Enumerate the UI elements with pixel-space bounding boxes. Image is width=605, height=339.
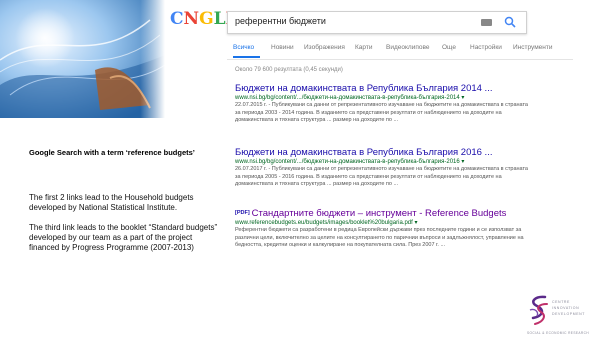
- tab-videos[interactable]: Видеоклипове: [386, 44, 429, 51]
- logo-letter: G: [199, 9, 214, 29]
- tabs-divider: [227, 59, 573, 60]
- description-paragraph: The third link leads to the booklet “Sta…: [29, 223, 218, 252]
- result-url[interactable]: www.referencebudgets.eu/budgets/images/b…: [235, 219, 535, 227]
- result-title-link[interactable]: [PDF] Стандартните бюджети – инструмент -…: [235, 208, 535, 219]
- tab-news[interactable]: Новини: [271, 44, 294, 51]
- pdf-tag: [PDF]: [235, 210, 250, 216]
- org-line: CENTRE: [552, 300, 570, 304]
- result-title-link[interactable]: Бюджети на домакинствата в Република Бъл…: [235, 147, 535, 158]
- slide-caption: Google Search with a term ‘reference bud…: [29, 148, 195, 157]
- search-result: Бюджети на домакинствата в Република Бъл…: [235, 147, 535, 189]
- result-url[interactable]: www.nsi.bg/bg/content/.../бюджети-на-дом…: [235, 94, 535, 102]
- result-snippet: 22.07.2015 г. - Публикувани са данни от …: [235, 102, 528, 123]
- slide-description: The first 2 links lead to the Household …: [29, 193, 219, 263]
- description-paragraph: The first 2 links lead to the Household …: [29, 193, 194, 212]
- tab-tools[interactable]: Инструменти: [513, 44, 553, 51]
- result-url[interactable]: www.nsi.bg/bg/content/.../бюджети-на-дом…: [235, 158, 535, 166]
- logo-letter: N: [183, 9, 200, 29]
- organization-logo: CENTRE INNOVATION DEVELOPMENT SOCIAL & E…: [527, 294, 605, 338]
- tab-maps[interactable]: Карти: [355, 44, 372, 51]
- result-snippet: 26.07.2017 г. - Публикувани са данни от …: [235, 166, 528, 187]
- result-title-text[interactable]: Стандартните бюджети – инструмент - Refe…: [252, 208, 507, 219]
- search-result: Бюджети на домакинствата в Република Бъл…: [235, 83, 535, 125]
- logo-letter: C: [170, 9, 184, 29]
- org-line: INNOVATION: [552, 306, 580, 310]
- search-result: [PDF] Стандартните бюджети – инструмент -…: [235, 208, 535, 250]
- search-tabs: Всичко Новини Изображения Карти Видеокли…: [233, 44, 573, 58]
- logo-letter: L: [213, 9, 226, 29]
- search-icon[interactable]: [504, 16, 516, 28]
- organization-emblem-icon: [529, 295, 548, 325]
- tab-all[interactable]: Всичко: [233, 44, 254, 51]
- tab-more[interactable]: Още: [442, 44, 456, 51]
- org-line: DEVELOPMENT: [552, 312, 586, 316]
- result-snippet: Референтни бюджети са разработени в реди…: [235, 227, 524, 248]
- active-tab-indicator: [233, 56, 260, 58]
- search-input[interactable]: референтни бюджети: [235, 16, 326, 26]
- tab-images[interactable]: Изображения: [304, 44, 345, 51]
- tab-settings[interactable]: Настройки: [470, 44, 502, 51]
- search-box[interactable]: референтни бюджети: [227, 11, 527, 34]
- result-stats: Около 79 600 резултата (0,45 секунди): [235, 67, 343, 73]
- hero-image: [0, 0, 165, 118]
- org-footer: SOCIAL & ECONOMIC RESEARCH: [527, 331, 589, 335]
- keyboard-icon[interactable]: [481, 19, 492, 26]
- result-title-link[interactable]: Бюджети на домакинствата в Република Бъл…: [235, 83, 535, 94]
